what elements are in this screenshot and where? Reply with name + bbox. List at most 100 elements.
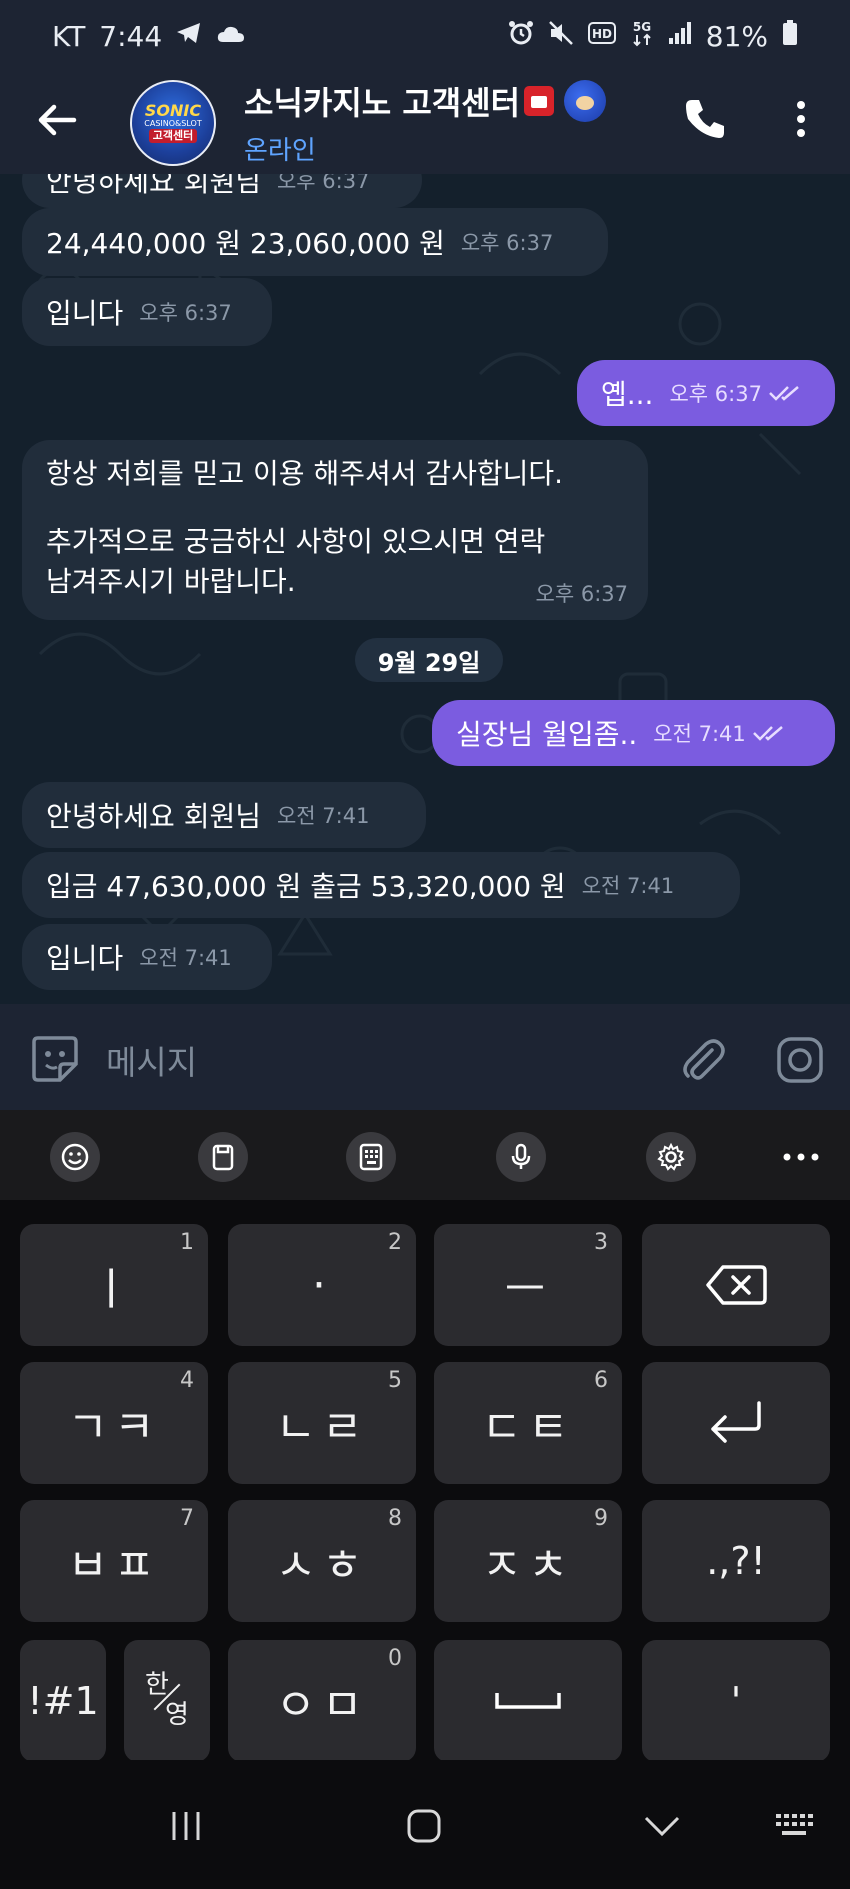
keyboard-emoji-button[interactable] [50, 1132, 100, 1182]
clipboard-button[interactable] [198, 1132, 248, 1182]
sonic-emoji-icon [564, 80, 607, 122]
key-label: !#1 [27, 1679, 99, 1723]
message-time: 오전 7:41 [276, 804, 370, 828]
punctuation-key[interactable]: .,?! [642, 1500, 830, 1622]
emoji-button[interactable] [30, 1034, 80, 1084]
key-0[interactable]: ㅇㅁ 0 [228, 1640, 416, 1762]
key-number: 1 [180, 1230, 194, 1255]
recents-button[interactable] [166, 1806, 206, 1846]
key-9[interactable]: ㅈㅊ 9 [434, 1500, 622, 1622]
home-button[interactable] [404, 1806, 444, 1846]
call-button[interactable] [680, 94, 730, 144]
message-bubble[interactable]: 안녕하세요 회원님 오전 7:41 [22, 782, 426, 848]
message-line: 추가적으로 궁금하신 사항이 있으시면 연락 [46, 525, 546, 558]
message-text: 입금 47,630,000 원 출금 53,320,000 원 [46, 870, 566, 903]
message-bubble[interactable]: 항상 저희를 믿고 이용 해주셔서 감사합니다. 추가적으로 궁금하신 사항이 … [22, 440, 648, 620]
message-bubble-outgoing[interactable]: 옙... 오후 6:37 [577, 360, 835, 426]
status-bar: KT 7:44 HD 5G 81% [0, 0, 850, 72]
clock: 7:44 [99, 19, 163, 53]
enter-icon [711, 1401, 761, 1443]
message-bubble-outgoing[interactable]: 실장님 월입좀.. 오전 7:41 [432, 700, 835, 766]
message-bubble[interactable]: 안녕하세요 회원님 오후 6:37 [22, 174, 422, 208]
system-nav-bar [0, 1760, 850, 1889]
message-bubble[interactable]: 입니다 오전 7:41 [22, 924, 272, 990]
key-5[interactable]: ㄴㄹ 5 [228, 1362, 416, 1484]
message-time: 오후 6:37 [139, 301, 232, 325]
toolbar-more-button[interactable] [776, 1132, 826, 1182]
space-icon [495, 1693, 561, 1709]
message-time: 오후 6:37 [460, 231, 554, 255]
space-key[interactable] [434, 1640, 622, 1762]
composer: 메시지 [0, 1004, 850, 1110]
more-horizontal-icon [783, 1153, 819, 1161]
key-8[interactable]: ㅅㅎ 8 [228, 1500, 416, 1622]
settings-icon [657, 1142, 685, 1171]
key-3[interactable]: ㅡ 3 [434, 1224, 622, 1346]
key-number: 3 [594, 1230, 608, 1255]
message-time: 오후 6:37 [535, 582, 628, 606]
voice-input-button[interactable] [496, 1132, 546, 1182]
hd-icon: HD [587, 21, 616, 51]
message-time: 오전 7:41 [581, 874, 675, 898]
message-bubble[interactable]: 입니다 오후 6:37 [22, 278, 272, 346]
keypad-button[interactable] [346, 1132, 396, 1182]
key-label: ㄷㅌ [481, 1402, 575, 1453]
alarm-icon [508, 20, 534, 52]
enter-key[interactable] [642, 1362, 830, 1484]
arrow-left-icon [38, 104, 77, 136]
key-6[interactable]: ㄷㅌ 6 [434, 1362, 622, 1484]
message-input[interactable]: 메시지 [106, 1036, 197, 1084]
paperclip-icon [683, 1039, 725, 1080]
avatar-brand: SONIC [144, 101, 202, 120]
keypad-icon [359, 1143, 383, 1171]
message-text: 안녕하세요 회원님 [46, 174, 261, 198]
keyboard-settings-button[interactable] [646, 1132, 696, 1182]
key-number: 7 [180, 1506, 194, 1531]
camera-button[interactable] [774, 1034, 826, 1086]
mic-icon [511, 1143, 531, 1169]
key-number: 6 [594, 1368, 608, 1393]
key-label: ㄱㅋ [67, 1402, 161, 1453]
message-bubble[interactable]: 24,440,000 원 23,060,000 원 오후 6:37 [22, 208, 608, 276]
message-list[interactable]: 안녕하세요 회원님 오후 6:37 24,440,000 원 23,060,00… [0, 174, 850, 1004]
back-button[interactable] [32, 94, 84, 146]
key-number: 0 [388, 1646, 402, 1671]
keyboard-switch-button[interactable] [774, 1806, 814, 1846]
message-line: 항상 저희를 믿고 이용 해주셔서 감사합니다. [46, 457, 564, 490]
backspace-key[interactable] [642, 1224, 830, 1346]
message-bubble[interactable]: 입금 47,630,000 원 출금 53,320,000 원 오전 7:41 [22, 852, 740, 918]
hide-keyboard-button[interactable] [642, 1806, 682, 1846]
symbols-key[interactable]: !#1 [20, 1640, 106, 1762]
apostrophe-key[interactable]: ' [642, 1640, 830, 1762]
message-time: 오후 6:37 [276, 174, 370, 193]
key-number: 2 [388, 1230, 402, 1255]
message-line: 남겨주시기 바랍니다. [46, 565, 296, 598]
double-check-icon [769, 386, 799, 401]
double-check-icon [752, 726, 783, 741]
key-1[interactable]: ㅣ 1 [20, 1224, 208, 1346]
key-label: ㅇㅁ [275, 1680, 369, 1731]
key-label: ㅣ [90, 1264, 138, 1315]
more-vertical-icon [797, 101, 805, 137]
key-4[interactable]: ㄱㅋ 4 [20, 1362, 208, 1484]
key-2[interactable]: · 2 [228, 1224, 416, 1346]
mute-icon [548, 20, 574, 52]
key-7[interactable]: ㅂㅍ 7 [20, 1500, 208, 1622]
smiley-icon [61, 1143, 89, 1171]
message-text: 옙... [601, 378, 654, 411]
key-label: ㅡ [504, 1264, 552, 1315]
attach-button[interactable] [676, 1034, 728, 1086]
avatar-label: 고객센터 [148, 129, 198, 143]
key-number: 5 [388, 1368, 402, 1393]
language-switch-key[interactable]: 한 영 [124, 1640, 210, 1762]
svg-text:5G: 5G [633, 20, 651, 34]
message-text: 입니다 [46, 942, 124, 975]
chat-header: SONIC CASINO&SLOT 고객센터 소닉카지노 고객센터 온라인 [0, 72, 850, 174]
recents-icon [172, 1812, 200, 1840]
more-options-button[interactable] [778, 94, 824, 144]
carrier-label: KT [52, 19, 86, 53]
avatar[interactable]: SONIC CASINO&SLOT 고객센터 [130, 80, 216, 166]
chat-info[interactable]: 소닉카지노 고객센터 온라인 [244, 78, 607, 167]
keyboard-icon [776, 1814, 813, 1835]
svg-text:HD: HD [592, 27, 612, 41]
